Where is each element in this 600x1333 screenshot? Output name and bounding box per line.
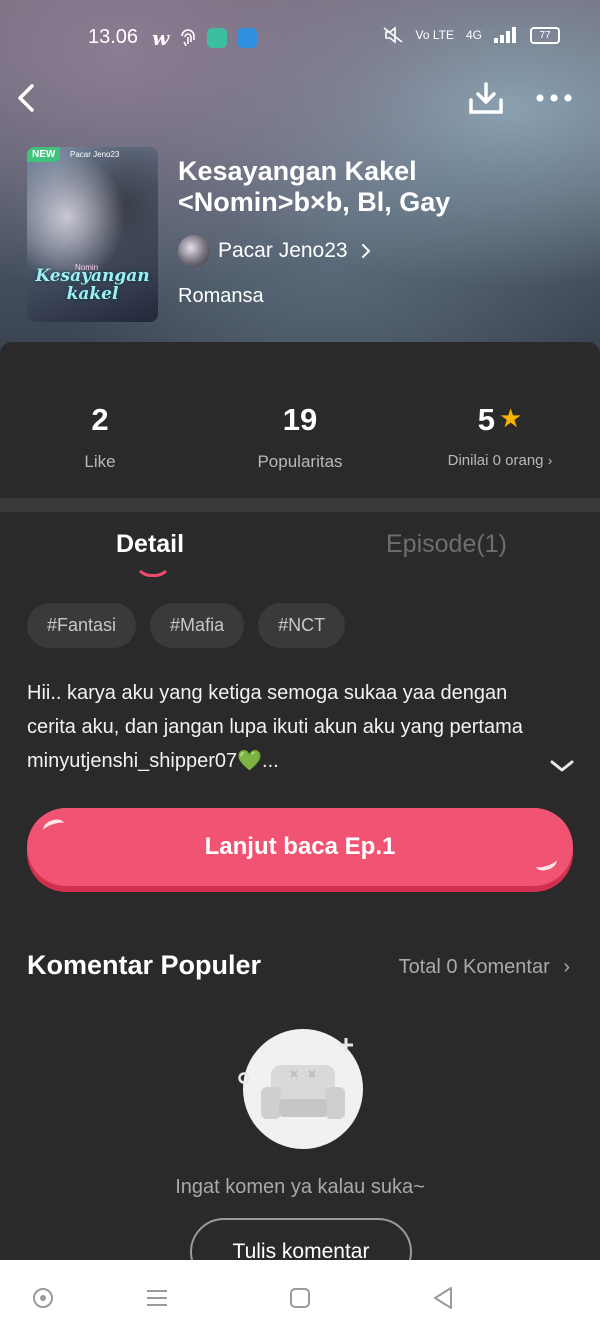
status-right: Vo LTE 4G 77	[382, 26, 560, 44]
continue-reading-button[interactable]: Lanjut baca Ep.1	[27, 808, 573, 886]
network-4g-label: 4G	[465, 28, 482, 42]
rating-value: 5	[477, 402, 495, 437]
popularity-count: 19	[282, 402, 318, 437]
comments-total-label: Total 0 Komentar	[398, 956, 550, 978]
sparkle-ring-icon	[238, 1072, 250, 1084]
empty-comments-text: Ingat komen ya kalau suka~	[175, 1176, 425, 1198]
book-title: Kesayangan Kakel <Nomin>b×b, Bl, Gay	[178, 156, 451, 217]
tag-fantasi[interactable]: #Fantasi	[27, 603, 137, 648]
system-nav-bar	[0, 1260, 600, 1333]
genre-label: Romansa	[178, 285, 264, 307]
tag-mafia[interactable]: #Mafia	[150, 603, 245, 648]
author-avatar	[178, 235, 210, 267]
tab-episode[interactable]: Episode(1)	[386, 530, 507, 559]
recents-square-icon[interactable]	[286, 1284, 314, 1312]
more-dots-icon	[536, 94, 572, 102]
author-name: Pacar Jeno23	[218, 239, 348, 262]
like-label: Like	[84, 452, 116, 471]
fingerprint-icon	[181, 29, 196, 47]
status-time: 13.06	[88, 26, 139, 48]
cover-title: Kesayangan kakel	[35, 266, 150, 304]
comments-total-link[interactable]: Total 0 Komentar ›	[399, 956, 570, 979]
rating-count-label: Dinilai 0 orang	[447, 452, 544, 469]
like-count: 2	[91, 402, 109, 437]
popularity-label: Popularitas	[257, 452, 343, 471]
chevron-right-icon: ›	[563, 956, 570, 978]
description-text: Hii.. karya aku yang ketiga semoga sukaa…	[27, 682, 523, 772]
status-bar: 13.06 w Vo LTE 4G 77	[0, 0, 600, 72]
stat-rating[interactable]: 5 ★ Dinilai 0 orang ›	[400, 402, 600, 469]
stats-row: 2 Like 19 Popularitas 5 ★ Dinilai 0 orang…	[0, 402, 600, 482]
author-link[interactable]: Pacar Jeno23	[178, 235, 372, 267]
download-icon	[469, 82, 503, 114]
mute-icon	[383, 26, 403, 44]
stat-like: 2 Like	[0, 402, 200, 472]
chevron-left-icon	[18, 84, 34, 112]
stat-popularity: 19 Popularitas	[200, 402, 400, 472]
menu-icon[interactable]	[143, 1284, 171, 1312]
star-icon: ★	[498, 403, 523, 433]
status-app-icons: w	[152, 26, 258, 50]
sparkle-plus-icon	[339, 1038, 353, 1052]
cover-author: Pacar Jeno23	[70, 150, 120, 159]
tag-nct[interactable]: #NCT	[258, 603, 346, 648]
book-cover[interactable]: NEW Pacar Jeno23 Nomin Kesayangan kakel	[27, 147, 158, 322]
app-icon-2	[237, 28, 258, 48]
new-badge: NEW	[27, 147, 61, 162]
download-button[interactable]	[466, 80, 506, 116]
tab-detail[interactable]: Detail	[116, 530, 184, 559]
rating-value-row: 5 ★	[400, 402, 600, 438]
back-button[interactable]	[10, 80, 46, 116]
comments-heading: Komentar Populer	[27, 950, 262, 980]
w-icon: w	[152, 26, 170, 50]
battery-icon: 77	[530, 26, 560, 44]
expand-description-button[interactable]	[548, 756, 576, 776]
more-options-button[interactable]	[534, 86, 574, 110]
chevron-right-icon: ›	[547, 452, 553, 468]
section-divider	[0, 498, 600, 512]
home-circle-icon[interactable]	[29, 1284, 57, 1312]
rating-count-row: Dinilai 0 orang ›	[400, 452, 600, 469]
chevron-down-icon	[550, 760, 574, 772]
signal-icon	[494, 27, 516, 43]
back-triangle-icon[interactable]	[429, 1284, 457, 1312]
volte-label: Vo LTE	[415, 28, 454, 42]
app-icon-1	[207, 28, 228, 48]
tag-list: #Fantasi #Mafia #NCT	[27, 603, 346, 648]
chevron-right-icon	[361, 244, 371, 258]
